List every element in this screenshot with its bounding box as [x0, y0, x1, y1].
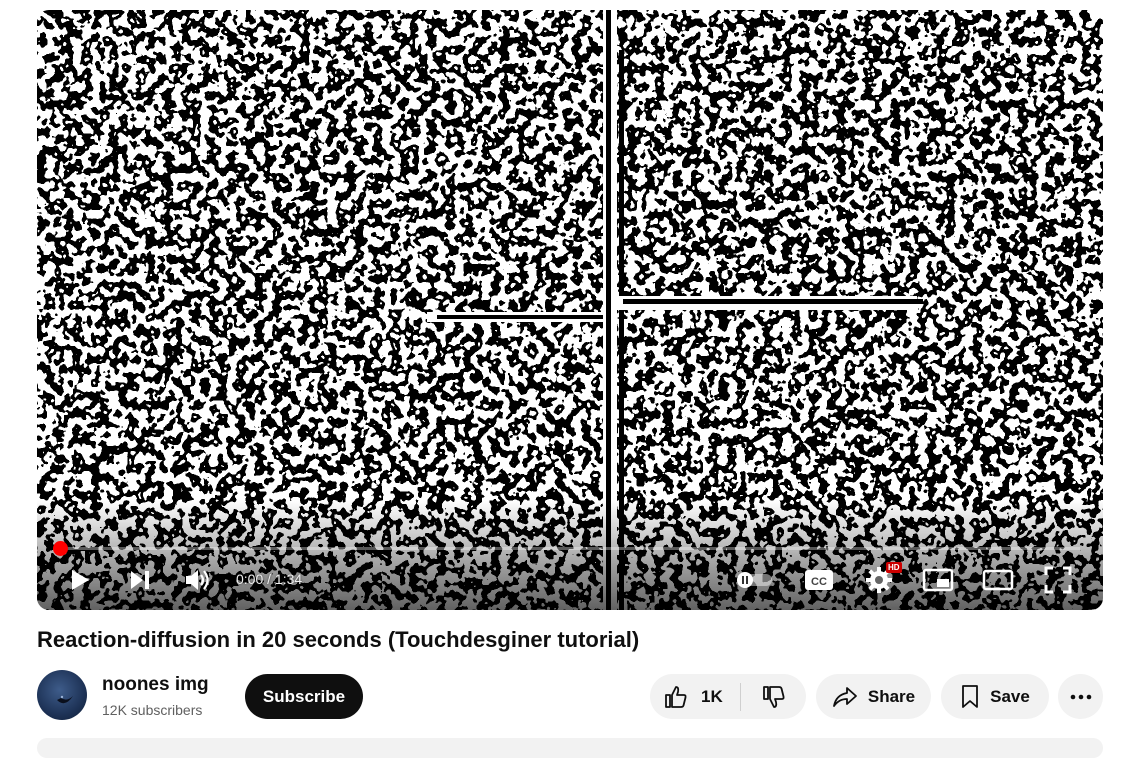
miniplayer-icon: [922, 568, 954, 592]
like-button[interactable]: 1K: [650, 674, 740, 719]
play-button[interactable]: [65, 565, 95, 595]
like-dislike-group: 1K: [650, 674, 806, 719]
channel-avatar[interactable]: [37, 670, 87, 720]
progress-bar[interactable]: [60, 547, 1080, 550]
hd-badge: HD: [886, 562, 902, 573]
description-box[interactable]: [37, 738, 1103, 758]
share-label: Share: [867, 686, 916, 706]
play-icon: [72, 570, 89, 590]
autoplay-toggle[interactable]: [735, 565, 775, 595]
more-horizontal-icon: [1070, 694, 1091, 699]
captions-icon: CC: [805, 570, 833, 590]
next-button[interactable]: [125, 565, 155, 595]
captions-button[interactable]: CC: [802, 565, 836, 595]
volume-icon: [186, 570, 209, 590]
theater-icon: [982, 569, 1014, 591]
dislike-button[interactable]: [741, 674, 806, 719]
video-player[interactable]: 0:00 / 1:34 CC HD: [37, 10, 1103, 610]
subscriber-count: 12K subscribers: [102, 702, 203, 718]
volume-button[interactable]: [183, 565, 213, 595]
miniplayer-button[interactable]: [921, 565, 955, 595]
video-title: Reaction-diffusion in 20 seconds (Touchd…: [37, 627, 640, 652]
channel-name[interactable]: noones img: [102, 674, 209, 696]
next-icon: [131, 571, 149, 589]
svg-text:CC: CC: [811, 576, 827, 588]
fullscreen-button[interactable]: [1041, 565, 1075, 595]
share-icon: [832, 686, 857, 707]
thumbs-down-icon: [762, 685, 784, 708]
theater-mode-button[interactable]: [981, 565, 1015, 595]
autoplay-toggle-icon: [737, 572, 772, 588]
fullscreen-icon: [1044, 566, 1072, 594]
moon-icon: [57, 695, 73, 704]
progress-scrubber[interactable]: [53, 541, 68, 556]
share-button[interactable]: Share: [816, 674, 931, 719]
save-button[interactable]: Save: [941, 674, 1049, 719]
save-label: Save: [990, 686, 1030, 706]
more-actions-button[interactable]: [1058, 674, 1103, 719]
bookmark-icon: [962, 684, 979, 708]
thumbs-up-icon: [665, 685, 687, 708]
like-count: 1K: [701, 686, 723, 706]
subscribe-button[interactable]: Subscribe: [245, 674, 363, 719]
time-display: 0:00 / 1:34: [236, 571, 303, 587]
